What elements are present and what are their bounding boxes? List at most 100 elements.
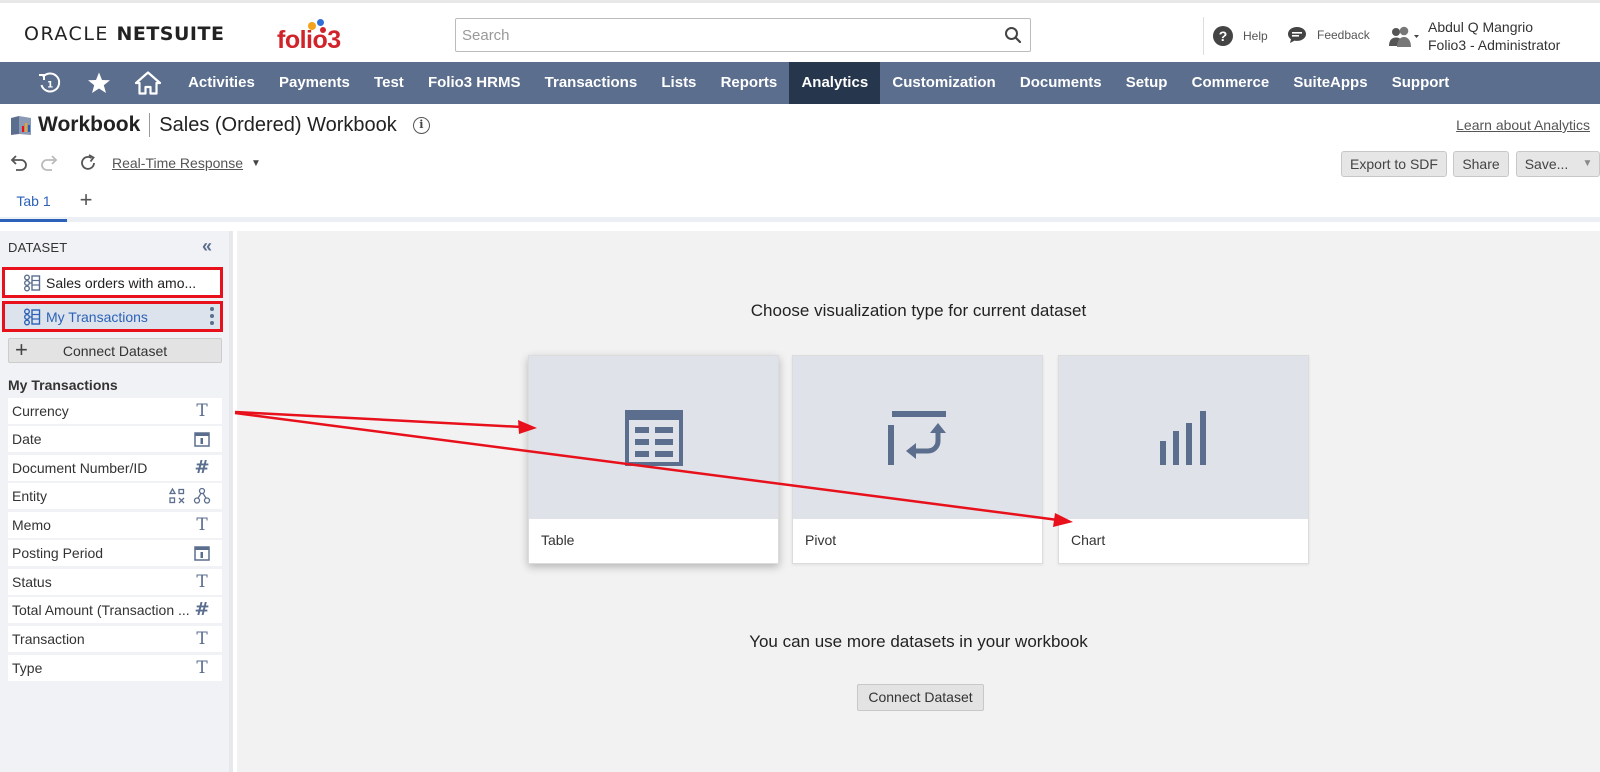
- favorites-star-icon[interactable]: [86, 71, 112, 95]
- logo-netsuite-text: NETSUITE: [116, 23, 225, 45]
- field-item[interactable]: Document Number/ID #: [8, 455, 222, 481]
- nav-item-reports[interactable]: Reports: [709, 62, 790, 104]
- text-type-icon: T: [196, 572, 208, 592]
- undo-icon[interactable]: [8, 153, 28, 173]
- share-button[interactable]: Share: [1453, 151, 1509, 177]
- top-header: ORACLE NETSUITE folio3 ? Help Feedback: [0, 0, 1600, 62]
- main-navigation: 1 Activities Payments Test Folio3 HRMS Trans…: [0, 62, 1600, 104]
- users-icon: [1389, 26, 1419, 47]
- nav-item-lists[interactable]: Lists: [649, 62, 708, 104]
- refresh-icon[interactable]: [78, 153, 98, 173]
- field-label: Type: [12, 660, 43, 676]
- pivot-visualization-card[interactable]: Pivot: [792, 355, 1043, 564]
- nav-item-analytics[interactable]: Analytics: [789, 62, 881, 104]
- save-options-chevron-icon[interactable]: ▼: [1576, 151, 1600, 177]
- dataset-item-sales-orders[interactable]: Sales orders with amo...: [2, 267, 223, 298]
- bar-chart-icon: [1159, 410, 1206, 465]
- nav-item-suiteapps[interactable]: SuiteApps: [1281, 62, 1379, 104]
- nav-items: Activities Payments Test Folio3 HRMS Transac…: [176, 62, 1461, 104]
- field-item[interactable]: Type T: [8, 655, 222, 681]
- field-label: Transaction: [12, 631, 85, 647]
- nav-item-activities[interactable]: Activities: [176, 62, 267, 104]
- dataset-item-my-transactions[interactable]: My Transactions: [2, 301, 223, 332]
- feedback-link[interactable]: Feedback: [1287, 26, 1370, 44]
- feedback-label: Feedback: [1317, 28, 1370, 42]
- export-to-sdf-button[interactable]: Export to SDF: [1341, 151, 1447, 177]
- logo-dot-orange: [308, 22, 316, 30]
- field-label: Entity: [12, 488, 48, 504]
- chevron-down-icon[interactable]: ▼: [251, 158, 261, 169]
- add-tab-plus-icon[interactable]: +: [76, 189, 96, 211]
- nav-item-commerce[interactable]: Commerce: [1180, 62, 1282, 104]
- field-label: Total Amount (Transaction ...: [12, 602, 190, 618]
- field-item[interactable]: Memo T: [8, 512, 222, 538]
- nav-item-transactions[interactable]: Transactions: [533, 62, 650, 104]
- nav-item-setup[interactable]: Setup: [1114, 62, 1180, 104]
- search-icon[interactable]: [1004, 26, 1022, 44]
- help-icon: ?: [1213, 26, 1233, 46]
- field-item[interactable]: Entity: [8, 483, 222, 509]
- learn-about-analytics-link[interactable]: Learn about Analytics: [1456, 117, 1590, 133]
- nav-item-payments[interactable]: Payments: [267, 62, 362, 104]
- logo-oracle-text: ORACLE: [24, 23, 109, 45]
- workbook-title-row: Workbook Sales (Ordered) Workbook i: [10, 110, 430, 140]
- dataset-sidebar: DATASET « Sales orders with amo... My Tr…: [0, 231, 233, 772]
- field-label: Document Number/ID: [12, 460, 148, 476]
- title-separator: [149, 113, 151, 137]
- field-item[interactable]: Date: [8, 426, 222, 452]
- card-label: Pivot: [805, 532, 837, 548]
- nav-item-test[interactable]: Test: [362, 62, 416, 104]
- field-item[interactable]: Total Amount (Transaction ... #: [8, 597, 222, 623]
- search-input[interactable]: [456, 19, 996, 51]
- save-button[interactable]: Save...: [1516, 151, 1577, 177]
- redo-icon[interactable]: [40, 153, 60, 173]
- connect-dataset-button[interactable]: + Connect Dataset: [8, 338, 222, 363]
- help-label: Help: [1243, 29, 1268, 43]
- folio3-logo-text: folio3: [277, 26, 341, 54]
- field-label: Posting Period: [12, 545, 104, 561]
- calendar-icon: [194, 546, 210, 561]
- fields-title: My Transactions: [8, 377, 118, 393]
- help-link[interactable]: ? Help: [1213, 26, 1268, 46]
- home-icon[interactable]: [135, 71, 161, 95]
- svg-text:1: 1: [47, 81, 53, 91]
- number-type-icon: #: [194, 457, 210, 478]
- main-canvas: Choose visualization type for current da…: [237, 231, 1600, 772]
- workbook-toolbar: Real-Time Response ▼: [8, 150, 261, 176]
- workbook-name[interactable]: Sales (Ordered) Workbook: [159, 114, 397, 137]
- card-preview: [1059, 356, 1308, 519]
- oracle-netsuite-logo[interactable]: ORACLE NETSUITE: [24, 23, 224, 45]
- nav-item-documents[interactable]: Documents: [1008, 62, 1114, 104]
- tab-1[interactable]: Tab 1: [0, 187, 67, 222]
- hierarchy-icon: [193, 487, 211, 504]
- recent-history-icon[interactable]: 1: [37, 71, 63, 95]
- user-menu[interactable]: Abdul Q Mangrio Folio3 - Administrator: [1387, 17, 1597, 57]
- field-item[interactable]: Posting Period: [8, 540, 222, 566]
- collapse-sidebar-icon[interactable]: «: [202, 237, 220, 256]
- field-label: Date: [12, 431, 42, 447]
- field-item[interactable]: Currency T: [8, 398, 222, 424]
- info-icon[interactable]: i: [412, 116, 430, 134]
- dataset-icon: [24, 274, 41, 291]
- field-item[interactable]: Transaction T: [8, 626, 222, 652]
- kebab-menu-icon[interactable]: [210, 307, 214, 327]
- text-type-icon: T: [196, 401, 208, 421]
- nav-item-folio3-hrms[interactable]: Folio3 HRMS: [416, 62, 533, 104]
- folio3-logo[interactable]: folio3: [277, 19, 357, 57]
- more-datasets-title: You can use more datasets in your workbo…: [749, 632, 1088, 651]
- connect-dataset-label: Connect Dataset: [62, 343, 168, 359]
- workbook-icon: [11, 116, 31, 135]
- card-preview: [529, 356, 778, 519]
- choose-visualization-title: Choose visualization type for current da…: [750, 301, 1087, 320]
- card-label: Table: [541, 532, 575, 548]
- real-time-response-dropdown[interactable]: Real-Time Response: [112, 155, 243, 171]
- text-type-icon: T: [196, 515, 208, 535]
- nav-item-customization[interactable]: Customization: [880, 62, 1008, 104]
- connect-dataset-main-button[interactable]: Connect Dataset: [857, 684, 984, 711]
- table-visualization-card[interactable]: Table: [528, 355, 779, 564]
- field-item[interactable]: Status T: [8, 569, 222, 595]
- field-label: Memo: [12, 517, 51, 533]
- nav-item-support[interactable]: Support: [1380, 62, 1462, 104]
- chart-visualization-card[interactable]: Chart: [1058, 355, 1309, 564]
- feedback-icon: [1288, 27, 1306, 43]
